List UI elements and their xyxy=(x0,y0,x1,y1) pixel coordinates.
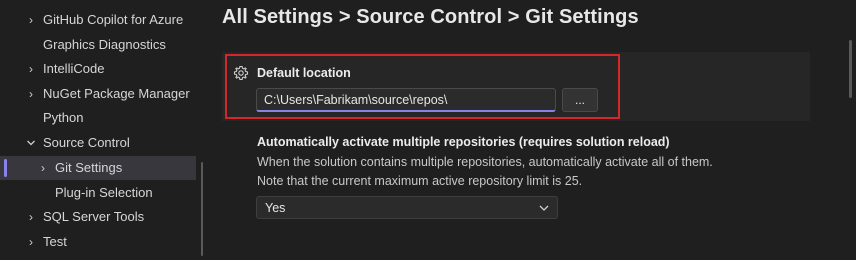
tree-item-label: GitHub Copilot for Azure xyxy=(43,12,184,27)
settings-tree: › GitHub Copilot for Azure Graphics Diag… xyxy=(0,0,200,260)
tree-item-label: NuGet Package Manager xyxy=(43,86,190,101)
gear-icon[interactable] xyxy=(233,65,249,81)
tree-item-python[interactable]: Python xyxy=(0,106,196,130)
multi-repo-description: When the solution contains multiple repo… xyxy=(257,155,713,169)
page-title: All Settings > Source Control > Git Sett… xyxy=(222,6,639,28)
default-location-label: Default location xyxy=(257,66,351,80)
multi-repo-label: Automatically activate multiple reposito… xyxy=(257,135,670,149)
chevron-right-icon[interactable]: › xyxy=(24,205,38,229)
browse-button[interactable]: ... xyxy=(562,88,598,112)
multi-repo-description-note: Note that the current maximum active rep… xyxy=(257,174,583,188)
chevron-right-icon[interactable]: › xyxy=(24,230,38,254)
tree-item-github-copilot-for-azure[interactable]: › GitHub Copilot for Azure xyxy=(0,8,196,32)
tree-item-source-control[interactable]: Source Control xyxy=(0,131,196,155)
content-scrollbar[interactable] xyxy=(849,40,852,98)
chevron-right-icon[interactable]: › xyxy=(24,82,38,106)
tree-item-sql-server-tools[interactable]: › SQL Server Tools xyxy=(0,205,196,229)
chevron-down-icon xyxy=(539,205,549,211)
multi-repo-dropdown[interactable]: Yes xyxy=(256,196,558,219)
tree-item-intellicode[interactable]: › IntelliCode xyxy=(0,57,196,81)
tree-item-graphics-diagnostics[interactable]: Graphics Diagnostics xyxy=(0,33,196,57)
tree-item-label: Graphics Diagnostics xyxy=(43,37,166,52)
tree-item-plug-in-selection[interactable]: Plug-in Selection xyxy=(0,181,196,205)
dropdown-value: Yes xyxy=(265,201,286,215)
tree-item-label: Plug-in Selection xyxy=(55,185,153,200)
tree-item-git-settings[interactable]: › Git Settings xyxy=(0,156,196,180)
tree-item-test[interactable]: › Test xyxy=(0,230,196,254)
tree-item-label: SQL Server Tools xyxy=(43,209,145,224)
tree-item-label: Python xyxy=(43,110,84,125)
default-location-input[interactable] xyxy=(256,88,556,112)
tree-item-label: Source Control xyxy=(43,135,130,150)
selection-indicator xyxy=(4,159,7,177)
chevron-right-icon[interactable]: › xyxy=(24,57,38,81)
tree-item-label: Git Settings xyxy=(55,160,123,175)
tree-item-label: Test xyxy=(43,234,67,249)
chevron-down-icon[interactable] xyxy=(24,131,38,155)
chevron-right-icon[interactable]: › xyxy=(24,8,38,32)
tree-item-nuget-package-manager[interactable]: › NuGet Package Manager xyxy=(0,82,196,106)
sidebar-scrollbar[interactable] xyxy=(201,162,203,256)
chevron-right-icon[interactable]: › xyxy=(36,156,50,180)
tree-item-label: IntelliCode xyxy=(43,61,105,76)
